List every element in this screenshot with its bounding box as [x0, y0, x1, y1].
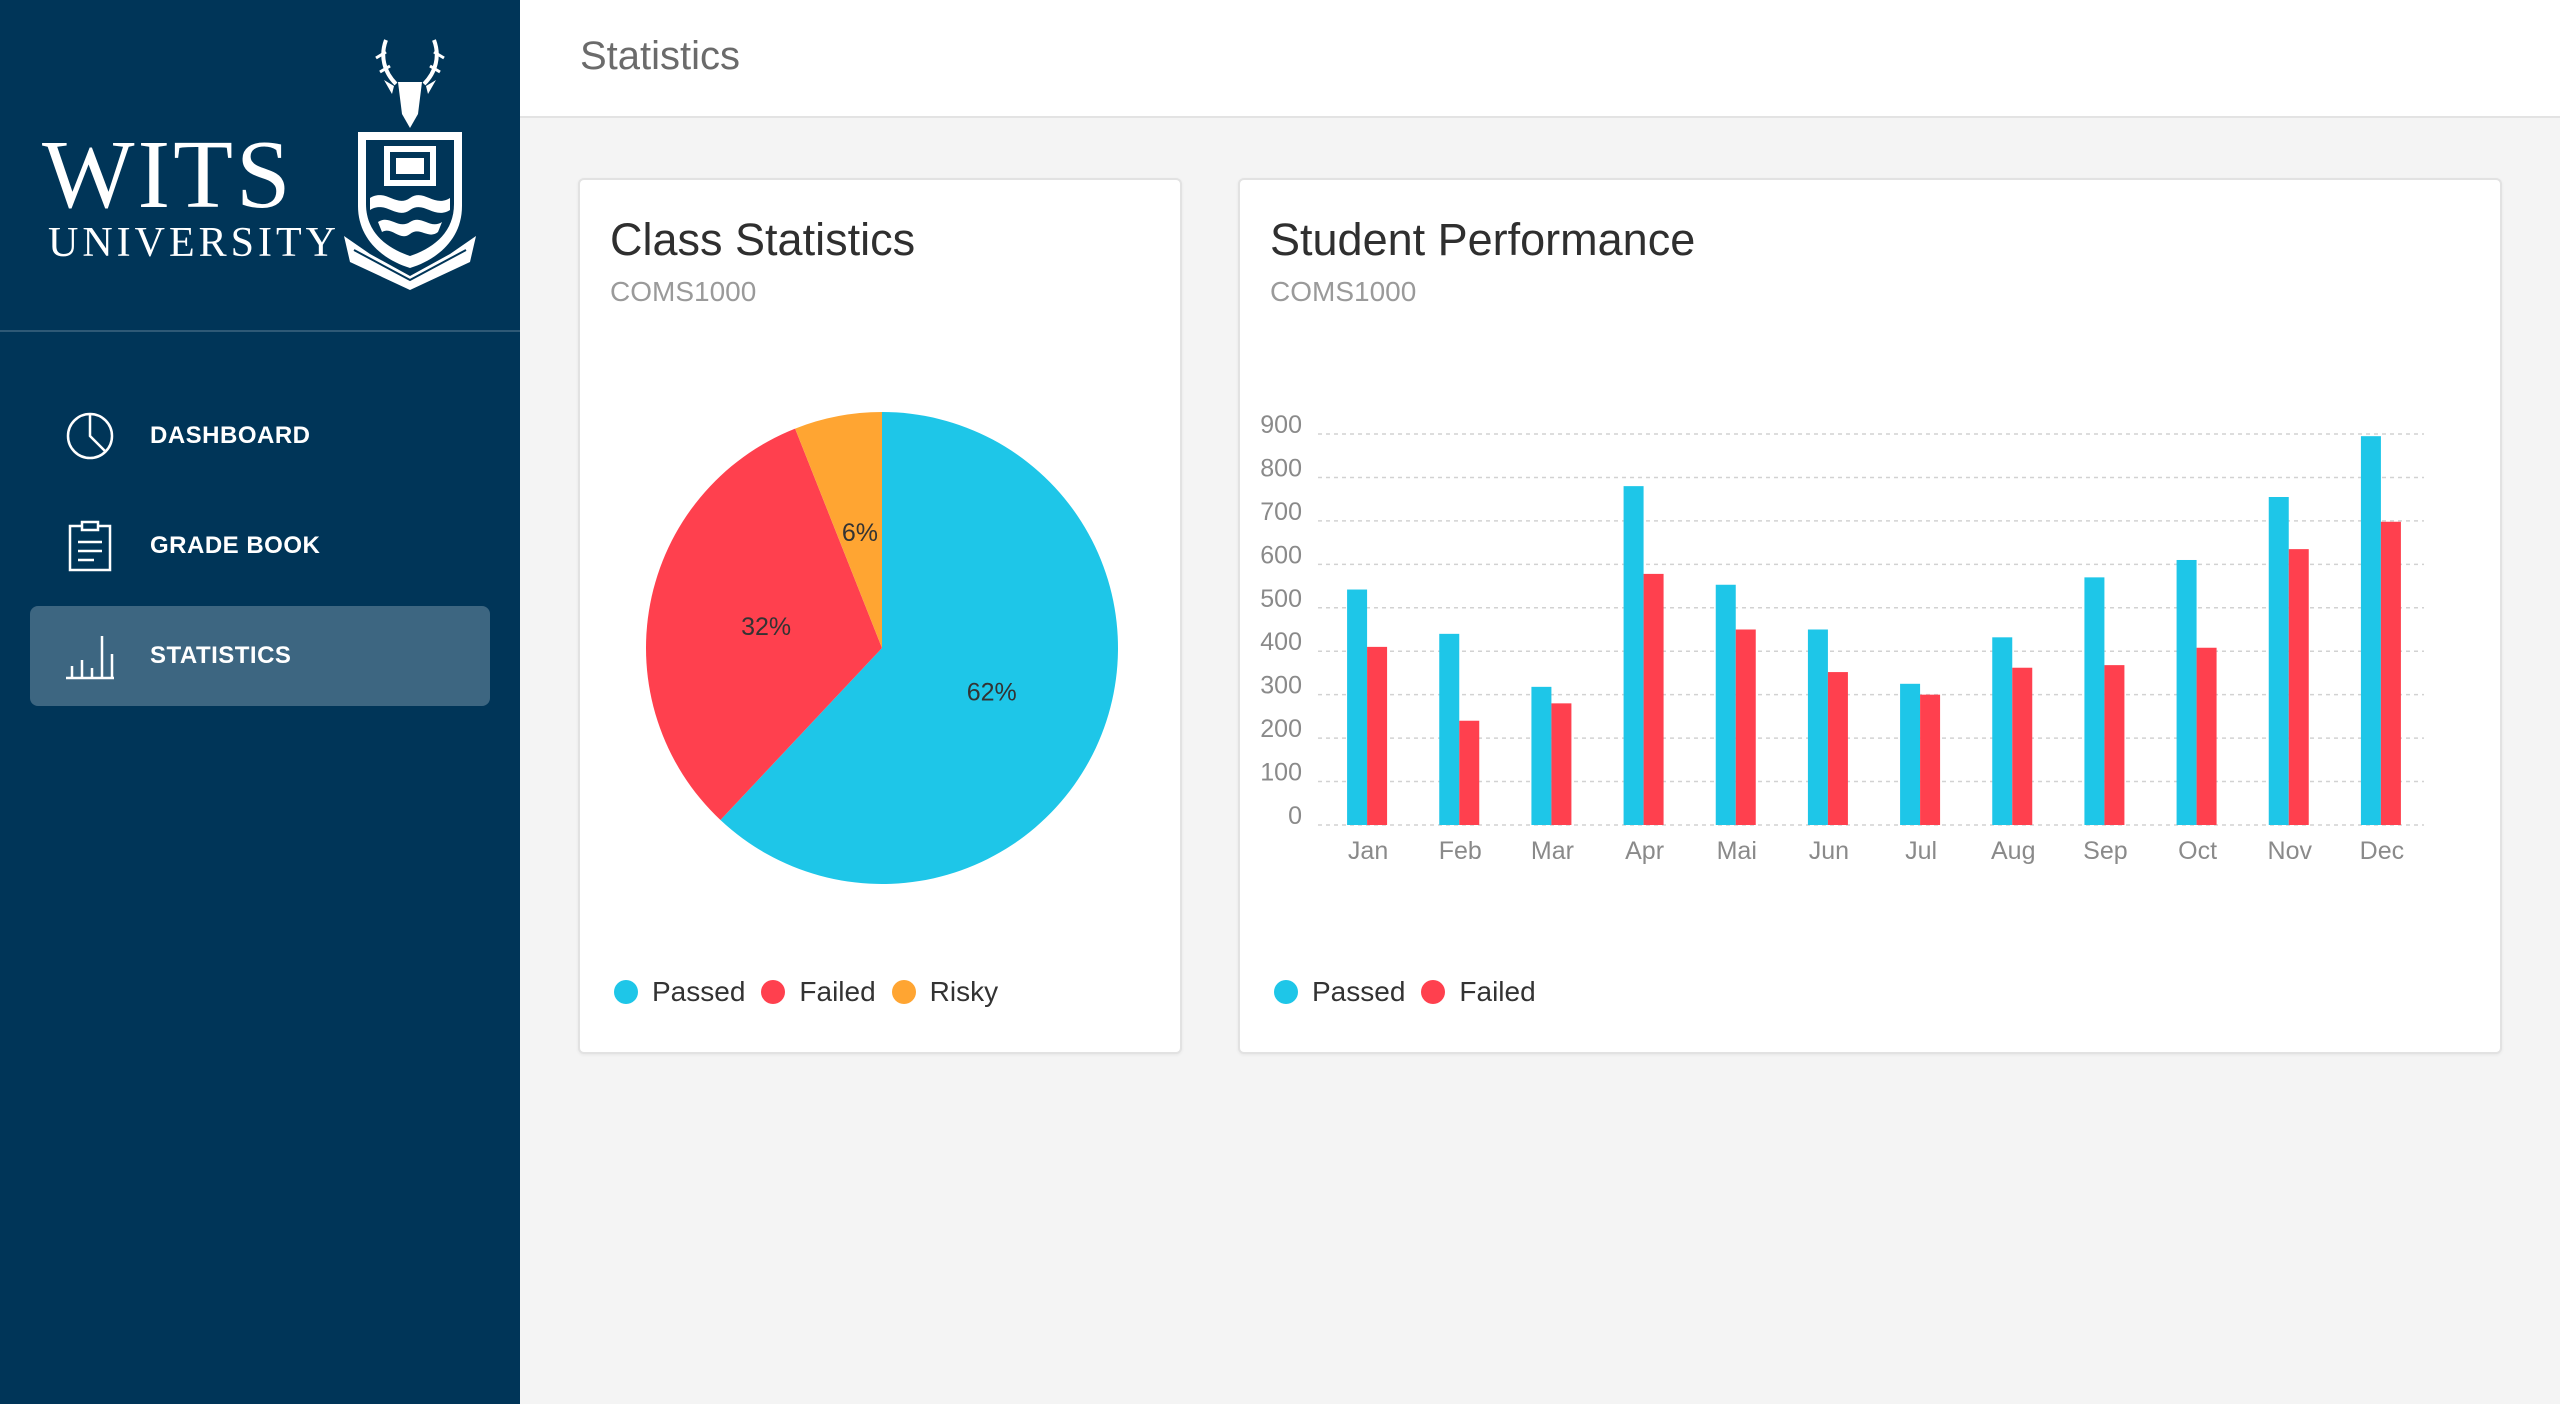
- x-tick-label: Apr: [1625, 837, 1664, 865]
- bar-legend: Passed Failed: [1274, 976, 1552, 1008]
- y-tick-label: 800: [1260, 454, 1302, 482]
- page-title: Statistics: [580, 34, 741, 78]
- bar-passed-apr[interactable]: [1623, 486, 1644, 825]
- y-tick-label: 600: [1260, 541, 1302, 569]
- student-performance-card: Student Performance COMS1000 0 100 200 300 4…: [1238, 178, 2502, 1054]
- legend-label: Failed: [799, 976, 876, 1007]
- x-tick-label: Mai: [1717, 837, 1757, 865]
- x-tick-label: Feb: [1439, 837, 1482, 865]
- app: WITS UNIVERSITY DASHBOARD GRADE BOOK STA…: [0, 0, 2560, 1404]
- crest-logo: [344, 39, 476, 290]
- bar-failed-oct[interactable]: [2196, 647, 2217, 825]
- legend-dot: [891, 980, 916, 1004]
- legend-label: Risky: [929, 976, 999, 1007]
- y-tick-label: 700: [1260, 498, 1302, 526]
- top-bar: Statistics: [520, 0, 2560, 118]
- bar-passed-mai[interactable]: [1715, 584, 1736, 825]
- x-tick-label: Oct: [2178, 837, 2217, 865]
- sidebar-item-dashboard[interactable]: DASHBOARD: [30, 386, 490, 486]
- brand-name: WITS: [42, 121, 294, 229]
- bar-passed-jul[interactable]: [1900, 683, 1921, 825]
- clipboard-icon: [68, 520, 112, 572]
- pie-slice-label: 32%: [741, 613, 791, 641]
- y-tick-label: 100: [1260, 759, 1302, 787]
- sidebar-item-label: STATISTICS: [150, 642, 292, 669]
- y-tick-label: 500: [1260, 585, 1302, 613]
- x-tick-label: Mar: [1531, 837, 1574, 865]
- bar-passed-sep[interactable]: [2084, 577, 2105, 825]
- legend-label: Passed: [652, 976, 746, 1007]
- y-tick-label: 900: [1260, 411, 1302, 439]
- legend-label: Failed: [1459, 976, 1536, 1007]
- x-tick-label: Aug: [1991, 837, 2035, 865]
- sidebar-nav: DASHBOARD GRADE BOOK STATISTICS: [30, 386, 490, 716]
- bar-passed-jun[interactable]: [1807, 629, 1828, 826]
- bar-passed-jan[interactable]: [1347, 589, 1368, 825]
- bar-failed-jun[interactable]: [1827, 672, 1848, 825]
- bar-passed-aug[interactable]: [1992, 637, 2013, 825]
- bar-failed-jan[interactable]: [1367, 646, 1388, 825]
- y-tick-label: 400: [1260, 628, 1302, 656]
- sidebar-item-statistics[interactable]: STATISTICS: [30, 606, 490, 706]
- y-tick-label: 200: [1260, 715, 1302, 743]
- x-tick-label: Dec: [2360, 837, 2404, 865]
- y-tick-label: 0: [1288, 802, 1302, 830]
- legend-item-risky[interactable]: Risky: [891, 976, 999, 1008]
- bar-chart-icon: [66, 636, 114, 680]
- legend-dot: [1274, 980, 1298, 1004]
- pie-chart-icon: [66, 412, 114, 460]
- pie-legend: Passed Failed Risky: [614, 976, 1014, 1008]
- bar-failed-feb[interactable]: [1459, 720, 1480, 825]
- legend-dot: [614, 980, 638, 1004]
- bar-failed-mar[interactable]: [1551, 703, 1572, 825]
- bar-failed-aug[interactable]: [2012, 667, 2033, 825]
- brand: WITS UNIVERSITY: [0, 0, 520, 332]
- bar-passed-nov[interactable]: [2268, 496, 2289, 825]
- bar-failed-mai[interactable]: [1735, 629, 1756, 826]
- legend-dot: [1421, 980, 1446, 1004]
- bar-chart: 0 100 200 300 400 500 600 700 800 900 Jan Feb Mar Apr…: [1260, 411, 2424, 865]
- brand-subtitle: UNIVERSITY: [48, 220, 340, 266]
- sidebar: WITS UNIVERSITY DASHBOARD GRADE BOOK STA…: [0, 0, 520, 1404]
- pie-chart: 62% 32% 6%: [646, 412, 1118, 884]
- sidebar-item-label: DASHBOARD: [150, 422, 311, 449]
- x-tick-label: Sep: [2083, 837, 2127, 865]
- x-tick-label: Jan: [1348, 837, 1388, 865]
- bar-passed-mar[interactable]: [1531, 686, 1552, 825]
- pie-slice-label: 6%: [842, 519, 878, 547]
- bar-failed-sep[interactable]: [2104, 665, 2125, 825]
- legend-item-failed[interactable]: Failed: [1421, 976, 1536, 1008]
- legend-item-passed[interactable]: Passed: [1274, 976, 1405, 1008]
- sidebar-item-label: GRADE BOOK: [150, 532, 321, 559]
- legend-dot: [761, 980, 786, 1004]
- y-tick-label: 300: [1260, 672, 1302, 700]
- x-tick-label: Nov: [2268, 837, 2313, 865]
- bar-passed-feb[interactable]: [1439, 633, 1460, 825]
- legend-label: Passed: [1312, 976, 1406, 1007]
- bar-passed-oct[interactable]: [2176, 559, 2197, 825]
- pie-slice-label: 62%: [967, 678, 1017, 706]
- x-tick-label: Jun: [1809, 837, 1849, 865]
- legend-item-passed[interactable]: Passed: [614, 976, 745, 1008]
- bar-passed-dec[interactable]: [2360, 436, 2381, 825]
- legend-item-failed[interactable]: Failed: [761, 976, 876, 1008]
- x-tick-label: Jul: [1905, 837, 1937, 865]
- class-statistics-card: Class Statistics COMS1000 62% 32% 6% Passe…: [578, 178, 1182, 1054]
- bar-failed-dec[interactable]: [2380, 521, 2401, 825]
- bar-failed-jul[interactable]: [1920, 694, 1941, 825]
- sidebar-item-grade-book[interactable]: GRADE BOOK: [30, 496, 490, 596]
- bar-failed-nov[interactable]: [2288, 549, 2309, 825]
- bar-failed-apr[interactable]: [1643, 573, 1664, 825]
